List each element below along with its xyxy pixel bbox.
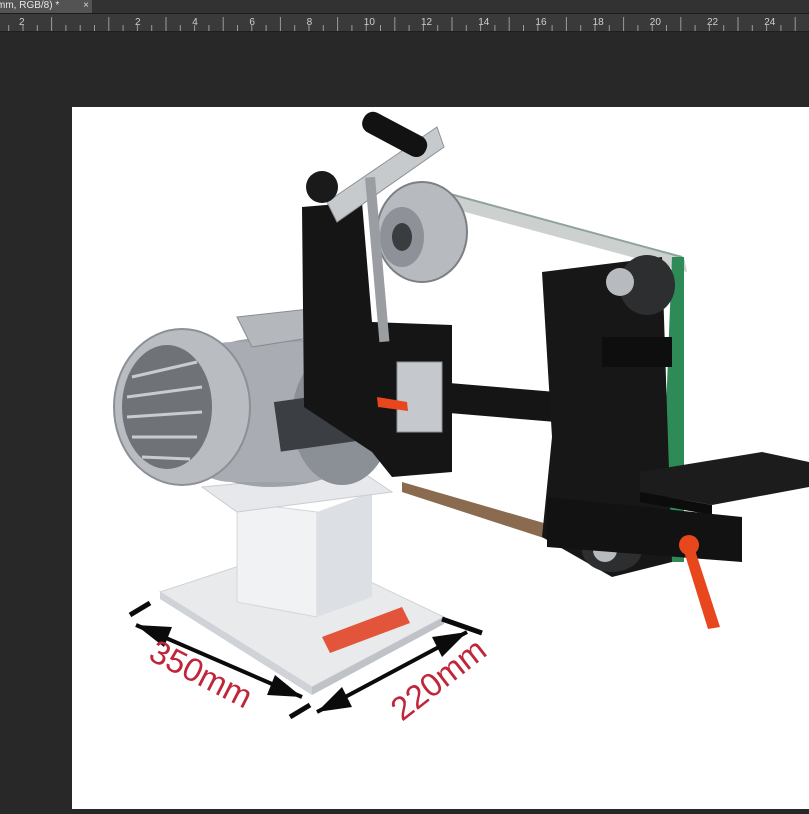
- ruler-label: 8: [307, 17, 313, 28]
- artboard[interactable]: 350mm 220mm: [72, 107, 809, 809]
- document-tab[interactable]: mm, RGB/8) * ×: [0, 0, 92, 13]
- ruler-label: 22: [707, 17, 719, 28]
- ruler-label: 4: [192, 17, 198, 28]
- ruler-label: 2: [135, 17, 141, 28]
- ruler-ticks: 2 2 4 6 8 10 12 14 16 18 20 22 24: [8, 17, 796, 31]
- ruler-label: 2: [19, 17, 25, 28]
- belt-grinder-image: [113, 111, 809, 720]
- document-tab-bar: mm, RGB/8) * ×: [0, 0, 809, 14]
- ruler-label: 10: [364, 17, 376, 28]
- ruler-label: 6: [249, 17, 255, 28]
- ruler-label: 24: [764, 17, 776, 28]
- ruler-label: 20: [650, 17, 662, 28]
- ruler-label: 14: [478, 17, 490, 28]
- ruler-label: 12: [421, 17, 433, 28]
- horizontal-ruler[interactable]: 2 2 4 6 8 10 12 14 16 18 20 22 24: [0, 14, 809, 32]
- ruler-label: 18: [593, 17, 605, 28]
- document-tab-title: mm, RGB/8) *: [0, 0, 60, 11]
- ruler-label: 16: [535, 17, 547, 28]
- close-icon[interactable]: ×: [83, 0, 89, 12]
